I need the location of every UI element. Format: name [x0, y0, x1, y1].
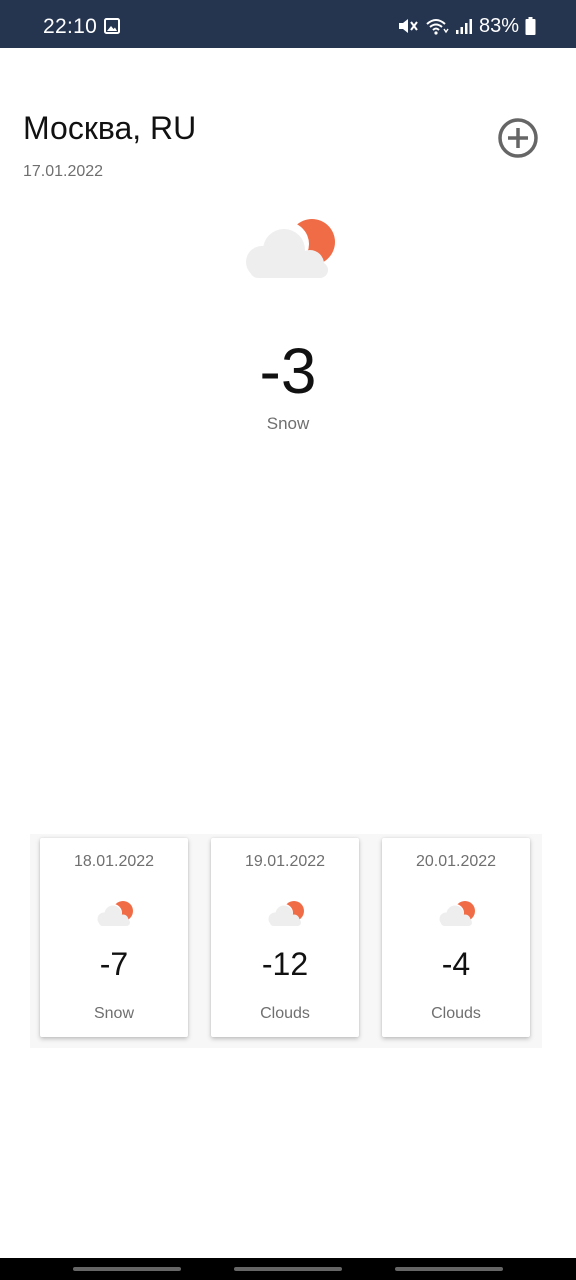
signal-icon — [455, 19, 472, 34]
nav-back-button[interactable] — [395, 1267, 503, 1271]
forecast-date: 18.01.2022 — [73, 853, 155, 870]
cloud-sun-icon — [246, 219, 335, 278]
current-temperature: -3 — [259, 335, 317, 407]
status-icons: 83% — [397, 14, 536, 38]
current-description: Snow — [266, 414, 310, 433]
cloud-sun-icon — [268, 901, 304, 926]
gallery-icon — [104, 18, 120, 34]
forecast-date: 20.01.2022 — [415, 853, 497, 870]
forecast-card[interactable]: 20.01.2022 -4 Clouds — [382, 838, 530, 1037]
forecast-temperature: -12 — [261, 946, 309, 982]
navigation-bar — [0, 1258, 576, 1280]
wifi-icon — [426, 19, 449, 35]
cloud-sun-icon — [439, 901, 475, 926]
forecast-description: Clouds — [431, 1005, 481, 1022]
status-bar: 22:10 83% — [0, 0, 576, 48]
mute-icon — [398, 19, 418, 33]
battery-percent: 83% — [478, 14, 519, 37]
cloud-sun-icon — [97, 901, 133, 926]
city-title: Москва, RU — [23, 110, 197, 146]
forecast-card[interactable]: 18.01.2022 -7 Snow — [40, 838, 188, 1037]
status-time: 22:10 — [43, 15, 98, 38]
forecast-temperature: -7 — [99, 946, 129, 982]
nav-home-button[interactable] — [234, 1267, 342, 1271]
forecast-description: Snow — [93, 1005, 135, 1022]
battery-icon — [525, 17, 536, 35]
forecast-description: Clouds — [260, 1005, 310, 1022]
forecast-date: 19.01.2022 — [244, 853, 326, 870]
add-city-button[interactable] — [496, 116, 540, 160]
nav-recents-button[interactable] — [73, 1267, 181, 1271]
forecast-temperature: -4 — [441, 946, 471, 982]
add-circle-icon — [498, 118, 538, 158]
current-date: 17.01.2022 — [23, 163, 104, 180]
forecast-card[interactable]: 19.01.2022 -12 Clouds — [211, 838, 359, 1037]
